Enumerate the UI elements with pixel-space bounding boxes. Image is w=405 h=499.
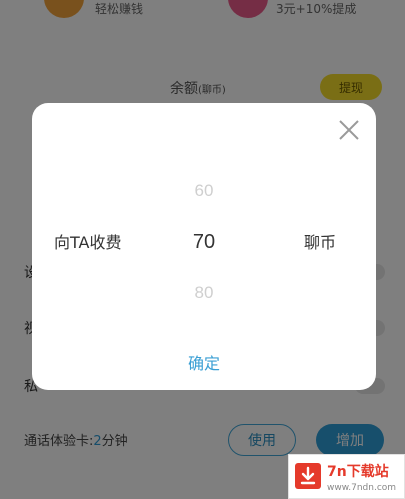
picker-option-next[interactable]: 80 — [162, 283, 246, 303]
watermark-badge: 7n下载站 www.7ndn.com — [288, 454, 405, 499]
close-icon[interactable] — [336, 117, 362, 143]
picker-option-prev[interactable]: 60 — [162, 181, 246, 201]
download-icon — [295, 463, 321, 489]
picker-option-selected[interactable]: 70 — [162, 231, 246, 254]
watermark-title: 7n下载站 — [327, 464, 389, 480]
charge-picker-dialog: 向TA收费 60 70 80 聊币 确定 — [32, 103, 376, 390]
currency-unit-label: 聊币 — [304, 233, 337, 252]
price-picker[interactable]: 60 70 80 — [162, 175, 246, 335]
charge-label: 向TA收费 — [54, 233, 122, 252]
watermark-url: www.7ndn.com — [327, 483, 397, 493]
confirm-button[interactable]: 确定 — [154, 349, 254, 375]
